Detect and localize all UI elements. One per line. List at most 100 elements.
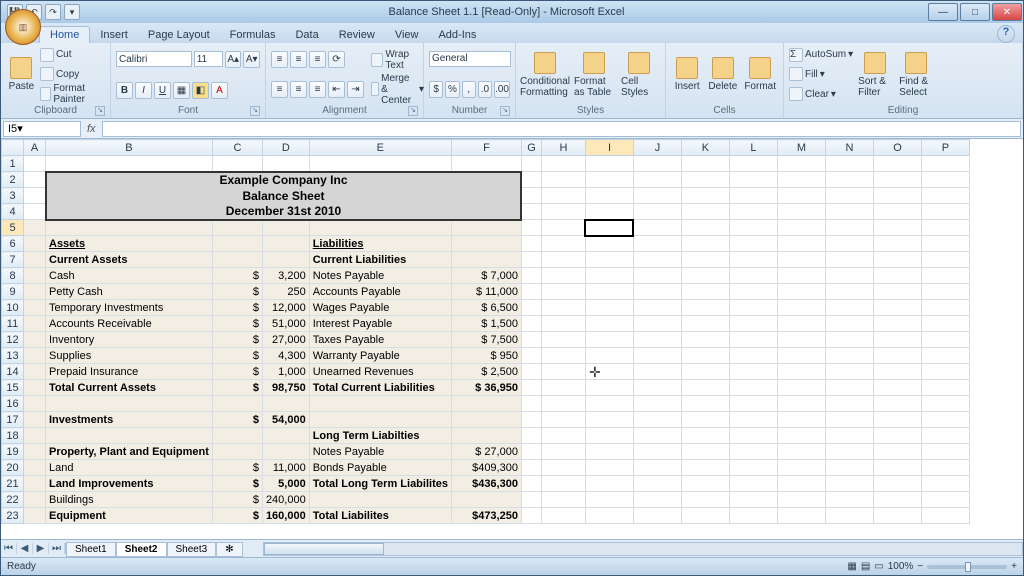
cell[interactable]: $436,300 — [451, 476, 521, 492]
cell[interactable] — [873, 508, 921, 524]
cell[interactable]: $ 2,500 — [451, 364, 521, 380]
qat-more-icon[interactable]: ▾ — [64, 4, 80, 20]
cell[interactable] — [521, 252, 541, 268]
cell[interactable] — [873, 348, 921, 364]
cell[interactable] — [777, 204, 825, 220]
shrink-font-button[interactable]: A▾ — [243, 51, 260, 68]
align-bottom-button[interactable]: ≡ — [309, 51, 326, 68]
cell[interactable] — [873, 492, 921, 508]
cell[interactable]: $ 950 — [451, 348, 521, 364]
tab-formulas[interactable]: Formulas — [220, 27, 286, 43]
view-normal-icon[interactable]: ▦ — [847, 561, 856, 572]
cell[interactable] — [212, 220, 262, 236]
cell[interactable] — [521, 188, 541, 204]
cell[interactable] — [585, 236, 633, 252]
cell[interactable] — [262, 220, 309, 236]
cell[interactable]: Total Long Term Liabilites — [309, 476, 451, 492]
cell[interactable] — [729, 220, 777, 236]
cell[interactable]: Notes Payable — [309, 268, 451, 284]
cell[interactable] — [24, 508, 46, 524]
cell[interactable] — [541, 156, 585, 172]
cell[interactable] — [873, 236, 921, 252]
row-header[interactable]: 15 — [2, 380, 24, 396]
cell[interactable] — [633, 332, 681, 348]
cell[interactable]: $ 11,000 — [451, 284, 521, 300]
fill-button[interactable]: Fill ▾ — [789, 66, 853, 83]
cell[interactable] — [521, 380, 541, 396]
cell[interactable]: $ 7,500 — [451, 332, 521, 348]
cell[interactable] — [633, 476, 681, 492]
cell[interactable] — [309, 492, 451, 508]
cell[interactable] — [24, 252, 46, 268]
cell[interactable]: $ — [212, 284, 262, 300]
cell[interactable] — [262, 428, 309, 444]
cell[interactable] — [825, 364, 873, 380]
grow-font-button[interactable]: A▴ — [225, 51, 242, 68]
cell[interactable] — [729, 268, 777, 284]
cell[interactable] — [921, 220, 969, 236]
cell[interactable] — [777, 428, 825, 444]
cell[interactable] — [451, 396, 521, 412]
cell[interactable] — [521, 412, 541, 428]
cell[interactable]: 250 — [262, 284, 309, 300]
cell[interactable] — [873, 316, 921, 332]
cell[interactable]: Current Assets — [46, 252, 213, 268]
increase-indent-button[interactable]: ⇥ — [347, 81, 364, 98]
merge-center-button[interactable]: Merge & Center ▾ — [371, 81, 424, 98]
cell[interactable] — [585, 220, 633, 236]
cell[interactable] — [633, 172, 681, 188]
col-header[interactable]: I — [585, 140, 633, 156]
cell[interactable] — [873, 268, 921, 284]
cell[interactable] — [729, 236, 777, 252]
conditional-formatting-button[interactable]: Conditional Formatting — [521, 45, 569, 104]
col-header[interactable]: E — [309, 140, 451, 156]
cell[interactable] — [921, 188, 969, 204]
cell[interactable] — [873, 252, 921, 268]
cell[interactable] — [24, 284, 46, 300]
cell[interactable] — [24, 460, 46, 476]
currency-button[interactable]: $ — [429, 81, 443, 98]
clear-button[interactable]: Clear ▾ — [789, 86, 853, 103]
cell[interactable] — [24, 444, 46, 460]
cell[interactable] — [633, 444, 681, 460]
cell[interactable] — [825, 204, 873, 220]
cell[interactable] — [777, 396, 825, 412]
worksheet-grid[interactable]: ABCDEFGHIJKLMNOP12Example Company Inc3Ba… — [1, 139, 1023, 539]
cell[interactable] — [873, 284, 921, 300]
cell[interactable] — [729, 332, 777, 348]
row-header[interactable]: 14 — [2, 364, 24, 380]
cell[interactable] — [681, 316, 729, 332]
cell[interactable] — [451, 220, 521, 236]
cell[interactable] — [309, 156, 451, 172]
cell[interactable] — [521, 476, 541, 492]
cell[interactable] — [309, 220, 451, 236]
cell[interactable] — [633, 380, 681, 396]
increase-decimal-button[interactable]: .0 — [478, 81, 492, 98]
cell[interactable] — [212, 156, 262, 172]
cell[interactable] — [825, 476, 873, 492]
percent-button[interactable]: % — [445, 81, 459, 98]
col-header[interactable]: H — [541, 140, 585, 156]
format-as-table-button[interactable]: Format as Table — [572, 45, 616, 104]
cell[interactable] — [24, 396, 46, 412]
zoom-slider[interactable] — [927, 565, 1007, 569]
cell[interactable]: Cash — [46, 268, 213, 284]
cell[interactable] — [212, 428, 262, 444]
cell[interactable] — [633, 396, 681, 412]
format-painter-button[interactable]: Format Painter — [40, 86, 105, 103]
cell[interactable] — [873, 204, 921, 220]
cell[interactable] — [541, 380, 585, 396]
cell[interactable]: 5,000 — [262, 476, 309, 492]
close-button[interactable]: ✕ — [992, 3, 1022, 21]
insert-cells-button[interactable]: Insert — [671, 45, 703, 104]
col-header[interactable]: C — [212, 140, 262, 156]
cell[interactable]: Total Liabilites — [309, 508, 451, 524]
col-header[interactable]: P — [921, 140, 969, 156]
cell[interactable] — [585, 396, 633, 412]
cell[interactable]: $409,300 — [451, 460, 521, 476]
decrease-indent-button[interactable]: ⇤ — [328, 81, 345, 98]
cell[interactable] — [585, 188, 633, 204]
cell[interactable] — [521, 364, 541, 380]
row-header[interactable]: 22 — [2, 492, 24, 508]
cell[interactable] — [681, 268, 729, 284]
